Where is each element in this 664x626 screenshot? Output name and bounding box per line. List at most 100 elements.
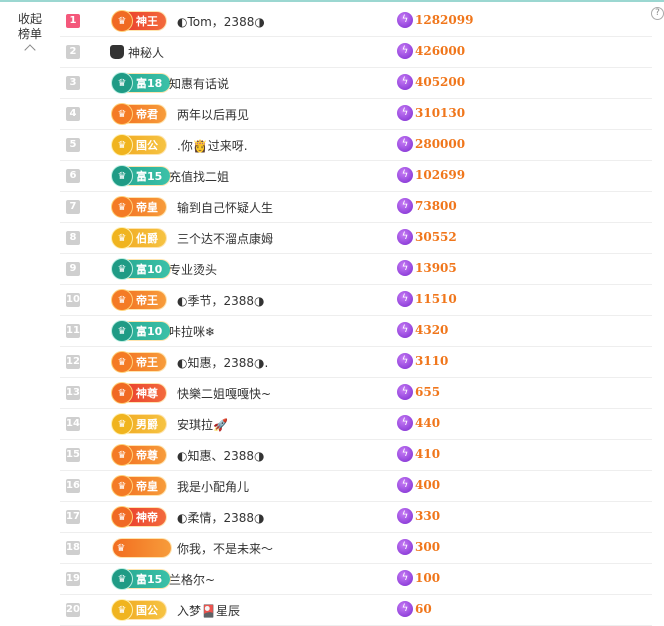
user-name[interactable]: 兰格尔~ [169,571,215,588]
ranking-row[interactable]: 8 ♛ 伯爵 三个达不溜点康姆 ϟ 30552 [60,223,652,254]
user-name-text: 安琪拉🚀 [177,418,228,432]
user-name[interactable]: ◐知惠、2388◑ [177,447,264,464]
user-name[interactable]: 两年以后再见 [177,106,249,123]
ranking-row[interactable]: 6 ♛ 富15 充值找二姐 ϟ 102699 [60,161,652,192]
lightning-coin-icon: ϟ [397,601,413,617]
badge-emblem-icon: ♛ [111,165,133,187]
badge-label: 伯爵 [136,232,158,245]
rank-number: 2 [66,45,80,59]
contribution-score: ϟ 1282099 [397,12,473,28]
rank-badge: ♛ 富10 [111,258,171,280]
rank-number: 13 [66,386,80,400]
score-value: 440 [415,416,441,430]
ranking-list: 1 ♛ 神王 ◐Tom，2388◑ ϟ 1282099 2 神秘人 ϟ 426000 3 ♛ 富18 知惠… [60,6,652,626]
user-name[interactable]: 知惠有话说 [169,75,229,92]
user-name[interactable]: 三个达不溜点康姆 [177,230,273,247]
ranking-row[interactable]: 14 ♛ 男爵 安琪拉🚀 ϟ 440 [60,409,652,440]
badge-emblem-icon: ♛ [111,599,133,621]
ranking-row[interactable]: 19 ♛ 富15 兰格尔~ ϟ 100 [60,564,652,595]
user-name[interactable]: ◐知惠，2388◑. [177,354,268,371]
contribution-score: ϟ 400 [397,477,440,493]
rank-number: 9 [66,262,80,276]
question-mark-icon[interactable]: ? [651,7,664,20]
ranking-row[interactable]: 10 ♛ 帝王 ◐季节，2388◑ ϟ 11510 [60,285,652,316]
ranking-row[interactable]: 15 ♛ 帝尊 ◐知惠、2388◑ ϟ 410 [60,440,652,471]
badge-label: 神帝 [136,511,158,524]
user-name[interactable]: 专业烫头 [169,261,217,278]
rank-badge: ♛ 帝王 [111,351,166,373]
user-name[interactable]: .你👸过来呀. [177,137,248,154]
ranking-row[interactable]: 5 ♛ 国公 .你👸过来呀. ϟ 280000 [60,130,652,161]
user-name[interactable]: 充值找二姐 [169,168,229,185]
rank-number: 8 [66,231,80,245]
user-name[interactable]: 咔拉咪❄ [169,323,215,340]
contribution-score: ϟ 330 [397,508,440,524]
ranking-row[interactable]: 7 ♛ 帝皇 输到自己怀疑人生 ϟ 73800 [60,192,652,223]
score-value: 100 [415,571,441,585]
rank-number: 3 [66,76,80,90]
rank-badge: ♛ 国公 [111,599,166,621]
user-name[interactable]: ◐柔情，2388◑ [177,509,264,526]
score-value: 426000 [415,44,466,58]
rank-badge: ♛ 富15 [111,165,171,187]
ranking-row[interactable]: 12 ♛ 帝王 ◐知惠，2388◑. ϟ 3110 [60,347,652,378]
user-name[interactable]: ◐Tom，2388◑ [177,13,265,30]
lightning-coin-icon: ϟ [397,74,413,90]
badge-emblem-icon: ♛ [111,413,133,435]
score-value: 400 [415,478,441,492]
lightning-coin-icon: ϟ [397,260,413,276]
rank-badge: ♛ 伯爵 [111,227,166,249]
rank-badge: ♛ 神王 [111,10,166,32]
lightning-coin-icon: ϟ [397,539,413,555]
ranking-row[interactable]: 4 ♛ 帝君 两年以后再见 ϟ 310130 [60,99,652,130]
ranking-row[interactable]: 11 ♛ 富10 咔拉咪❄ ϟ 4320 [60,316,652,347]
user-name[interactable]: 你我，不是未来～ [177,540,273,557]
user-name[interactable]: 快樂二姐嘎嘎快~ [177,385,271,402]
badge-label: 国公 [136,604,158,617]
badge-emblem-icon: ♛ [111,568,133,590]
score-value: 655 [415,385,441,399]
contribution-score: ϟ 11510 [397,291,457,307]
user-name-text: ◐知惠，2388◑. [177,356,269,370]
badge-label: 帝尊 [136,449,158,462]
contribution-score: ϟ 100 [397,570,440,586]
collapse-label-line1: 收起 [17,12,42,26]
user-name-text: 咔拉咪❄ [169,325,216,339]
user-name-text: ◐季节，2388◑ [177,294,265,308]
user-name[interactable]: ◐季节，2388◑ [177,292,264,309]
user-name[interactable]: 神秘人 [110,44,164,61]
user-name[interactable]: 入梦🎴星辰 [177,602,240,619]
ranking-row[interactable]: 18 ♛ 你我，不是未来～ ϟ 300 [60,533,652,564]
rank-number: 20 [66,603,80,617]
user-name[interactable]: 我是小配角儿 [177,478,249,495]
ranking-row[interactable]: 1 ♛ 神王 ◐Tom，2388◑ ϟ 1282099 [60,6,652,37]
score-value: 102699 [415,168,466,182]
ranking-row[interactable]: 9 ♛ 富10 专业烫头 ϟ 13905 [60,254,652,285]
contribution-score: ϟ 410 [397,446,440,462]
collapse-ranking-button[interactable]: 收起 榜单 [10,12,50,56]
ranking-row[interactable]: 3 ♛ 富18 知惠有话说 ϟ 405200 [60,68,652,99]
user-name[interactable]: 输到自己怀疑人生 [177,199,273,216]
contribution-score: ϟ 60 [397,601,432,617]
user-name[interactable]: 安琪拉🚀 [177,416,228,433]
ranking-row[interactable]: 2 神秘人 ϟ 426000 [60,37,652,68]
badge-label: 帝君 [136,108,158,121]
mystery-user-icon [110,45,124,59]
chevron-up-icon [24,44,36,56]
ranking-row[interactable]: 16 ♛ 帝皇 我是小配角儿 ϟ 400 [60,471,652,502]
ranking-row[interactable]: 20 ♛ 国公 入梦🎴星辰 ϟ 60 [60,595,652,626]
score-value: 60 [415,602,432,616]
lightning-coin-icon: ϟ [397,353,413,369]
collapse-label-line2: 榜单 [17,27,42,41]
lightning-coin-icon: ϟ [397,105,413,121]
badge-emblem-icon: ♛ [111,103,133,125]
rank-badge: ♛ 国公 [111,134,166,156]
badge-emblem-icon: ♛ [111,351,133,373]
lightning-coin-icon: ϟ [397,291,413,307]
contribution-score: ϟ 4320 [397,322,448,338]
ranking-row[interactable]: 17 ♛ 神帝 ◐柔情，2388◑ ϟ 330 [60,502,652,533]
badge-emblem-icon: ♛ [111,227,133,249]
rank-number: 4 [66,107,80,121]
badge-emblem-icon: ♛ [111,475,133,497]
ranking-row[interactable]: 13 ♛ 神尊 快樂二姐嘎嘎快~ ϟ 655 [60,378,652,409]
